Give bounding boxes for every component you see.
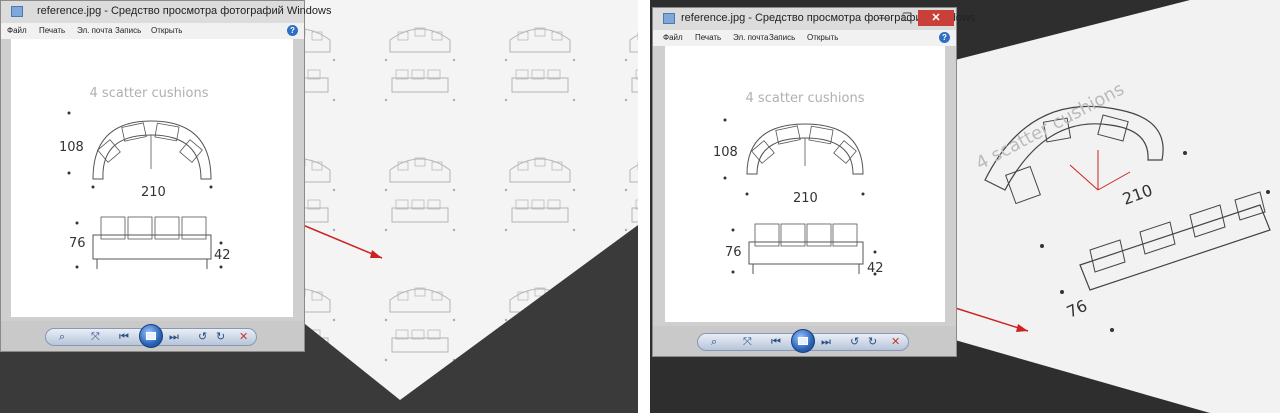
sketch-heading: 4 scatter cushions <box>90 86 209 101</box>
width-label: 210 <box>793 191 818 206</box>
menu-open[interactable]: Открыть <box>151 26 182 35</box>
image-area: 4 scatter cushions 108 210 76 42 <box>11 39 293 317</box>
rotate-left-icon[interactable]: ↺ <box>850 335 859 349</box>
right-screenshot: 210 76 4 scatter cushions reference.jpg … <box>650 0 1280 413</box>
rotate-left-icon[interactable]: ↺ <box>198 330 207 344</box>
delete-icon[interactable]: ✕ <box>891 335 900 349</box>
menu-burn[interactable]: Запись <box>115 26 141 35</box>
title-bar-right[interactable]: reference.jpg - Средство просмотра фотог… <box>653 8 975 30</box>
photo-viewer-icon <box>11 6 23 17</box>
perspective-plane <box>955 0 1280 413</box>
menu-print[interactable]: Печать <box>39 26 65 35</box>
next-icon[interactable]: ⏭ <box>169 330 179 344</box>
menu-open[interactable]: Открыть <box>807 33 838 42</box>
width-label: 210 <box>141 185 166 200</box>
zoom-icon[interactable]: ⌕ <box>59 330 65 344</box>
sofa-dimension-sketch: 4 scatter cushions 108 210 76 42 <box>59 86 231 269</box>
menu-bar-right: Файл Печать Эл. почта Запись Открыть ? <box>653 30 956 46</box>
next-icon[interactable]: ⏭ <box>821 335 831 349</box>
fit-window-icon[interactable]: ⤧ <box>91 330 100 344</box>
viewer-toolbar-right: ⌕ ⤧ ⏮ ⏭ ↺ ↻ ✕ <box>653 326 956 356</box>
height-label: 76 <box>69 236 86 251</box>
title-bar[interactable]: reference.jpg - Средство просмотра фотог… <box>1 1 331 23</box>
menu-bar: Файл Печать Эл. почта Запись Открыть ? <box>1 23 304 39</box>
photo-viewer-window-right: reference.jpg - Средство просмотра фотог… <box>652 7 975 357</box>
menu-email[interactable]: Эл. почта <box>77 26 112 35</box>
depth-label: 108 <box>713 145 738 160</box>
fit-window-icon[interactable]: ⤧ <box>743 335 752 349</box>
sofa-top-view <box>92 120 212 180</box>
seat-height-label: 42 <box>867 261 884 276</box>
menu-burn[interactable]: Запись <box>769 33 795 42</box>
previous-icon[interactable]: ⏮ <box>119 330 129 344</box>
image-area-right: 4 scatter cushions 108 210 76 42 <box>665 46 945 322</box>
menu-file[interactable]: Файл <box>7 26 27 35</box>
help-icon[interactable]: ? <box>939 32 950 43</box>
seat-height-label: 42 <box>214 248 231 263</box>
rotate-right-icon[interactable]: ↻ <box>216 330 225 344</box>
sketch-heading: 4 scatter cushions <box>746 91 865 106</box>
left-screenshot: reference.jpg - Средство просмотра фотог… <box>0 0 638 413</box>
slideshow-button[interactable] <box>139 324 163 348</box>
minimize-icon[interactable]: — <box>872 10 894 26</box>
window-title: reference.jpg - Средство просмотра фотог… <box>37 5 332 17</box>
photo-viewer-window: reference.jpg - Средство просмотра фотог… <box>0 0 331 352</box>
rotate-right-icon[interactable]: ↻ <box>868 335 877 349</box>
viewer-toolbar: ⌕ ⤧ ⏮ ⏭ ↺ ↻ ✕ <box>1 321 304 351</box>
close-icon[interactable]: ✕ <box>918 10 954 26</box>
menu-email[interactable]: Эл. почта <box>733 33 768 42</box>
delete-icon[interactable]: ✕ <box>239 330 248 344</box>
menu-print[interactable]: Печать <box>695 33 721 42</box>
sofa-front-view <box>748 241 864 265</box>
slideshow-button[interactable] <box>791 329 815 353</box>
depth-label: 108 <box>59 140 84 155</box>
photo-viewer-icon <box>663 13 675 24</box>
zoom-icon[interactable]: ⌕ <box>711 335 717 349</box>
help-icon[interactable]: ? <box>287 25 298 36</box>
sofa-dimension-sketch-right: 4 scatter cushions 108 210 76 42 <box>713 91 884 276</box>
height-label: 76 <box>725 245 742 260</box>
maximize-icon[interactable]: ❐ <box>896 10 918 26</box>
menu-file[interactable]: Файл <box>663 33 683 42</box>
previous-icon[interactable]: ⏮ <box>771 335 781 349</box>
